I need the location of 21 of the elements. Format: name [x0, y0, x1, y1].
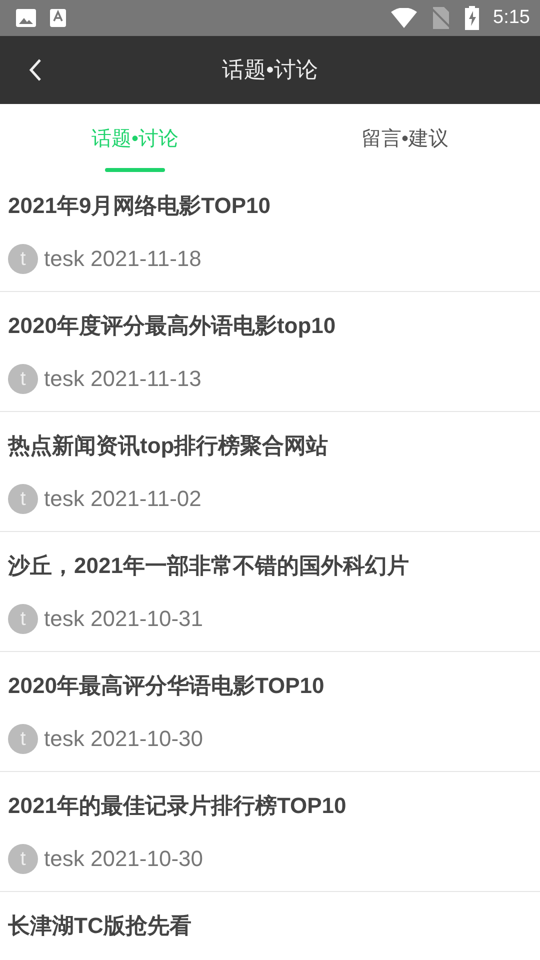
no-sim-icon	[431, 7, 452, 29]
wifi-icon	[391, 8, 418, 28]
image-icon	[16, 9, 36, 27]
tab[interactable]: 留言•建议	[270, 104, 540, 172]
post-meta: tesk 2021-11-18	[44, 246, 202, 272]
page-title: 话题•讨论	[222, 57, 318, 82]
battery-icon	[465, 6, 480, 30]
post-title[interactable]: 2020年最高评分华语电影TOP10	[8, 670, 532, 702]
post-title[interactable]: 2021年9月网络电影TOP10	[8, 190, 532, 222]
post-title[interactable]: 沙丘，2021年一部非常不错的国外科幻片	[8, 550, 532, 582]
post-title[interactable]: 长津湖TC版抢先看	[8, 910, 532, 942]
post-meta: tesk 2021-10-30	[44, 726, 204, 752]
post-meta: tesk 2021-10-31	[44, 606, 204, 632]
post-meta: tesk 2021-11-02	[44, 486, 202, 512]
status-time: 5:15	[493, 7, 530, 29]
post-title[interactable]: 热点新闻资讯top排行榜聚合网站	[8, 430, 532, 462]
post-meta: tesk 2021-10-30	[44, 846, 204, 872]
post-meta: tesk 2021-11-13	[44, 366, 202, 392]
post-title[interactable]: 2020年度评分最高外语电影top10	[8, 310, 532, 342]
post-title[interactable]: 2021年的最佳记录片排行榜TOP10	[8, 790, 532, 822]
text-icon	[50, 9, 66, 27]
